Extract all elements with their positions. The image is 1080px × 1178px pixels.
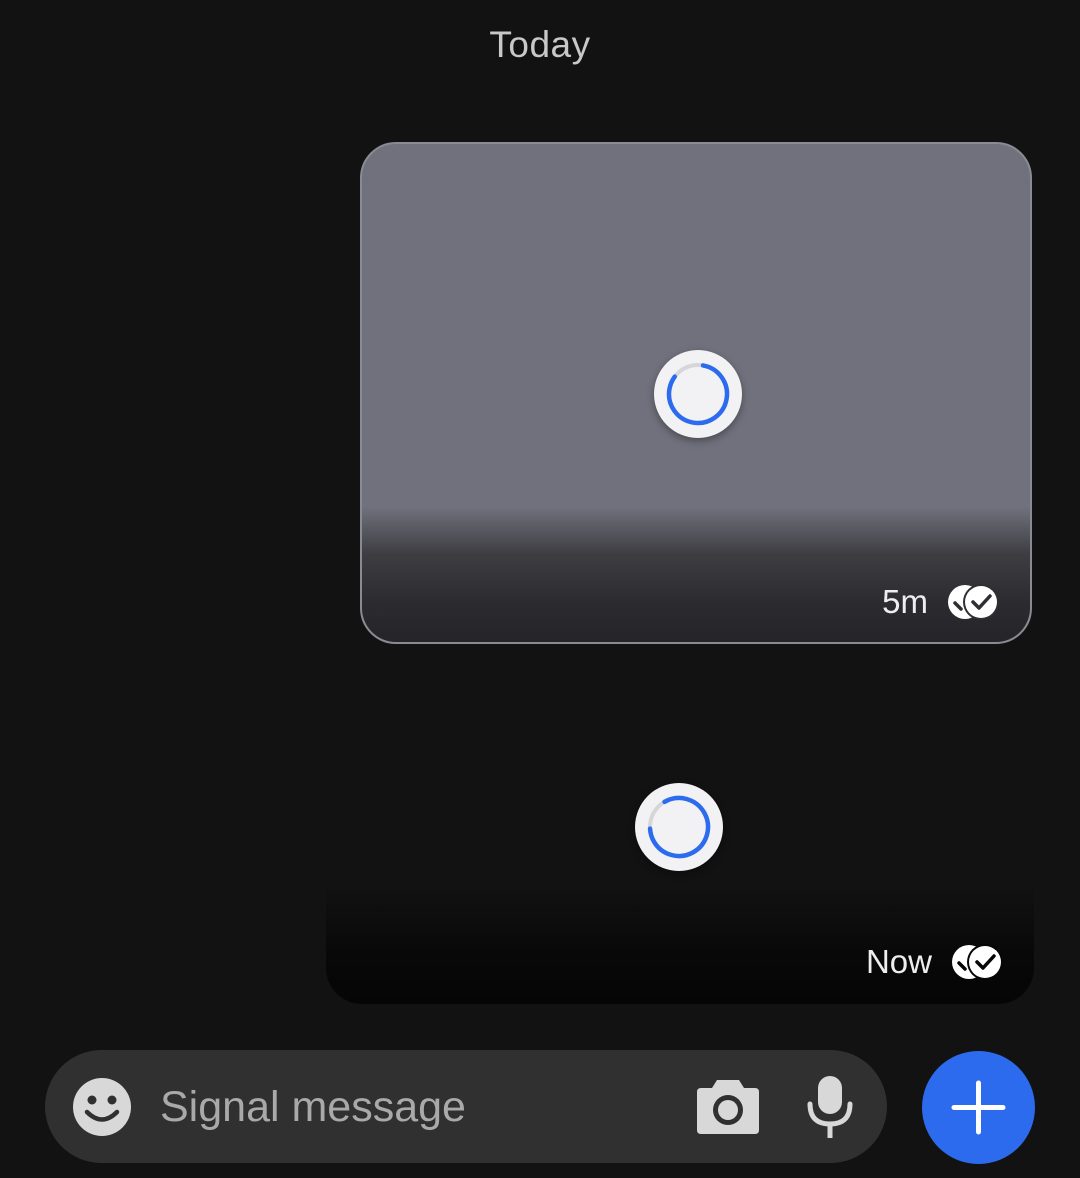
loading-spinner-icon (654, 350, 742, 438)
plus-icon (951, 1080, 1006, 1135)
emoji-icon[interactable] (72, 1077, 132, 1137)
message-meta: Now (866, 942, 1004, 982)
delivered-double-check-icon (950, 942, 1004, 982)
message-timestamp: 5m (882, 583, 928, 620)
attach-button[interactable] (922, 1051, 1035, 1164)
date-divider: Today (489, 24, 591, 65)
message-input[interactable]: Signal message (160, 1082, 466, 1132)
loading-spinner-icon (635, 783, 723, 871)
microphone-icon[interactable] (805, 1074, 855, 1140)
delivered-double-check-icon (946, 582, 1000, 622)
message-composer[interactable]: Signal message (45, 1050, 887, 1163)
outgoing-media-message[interactable]: Now (326, 652, 1034, 1004)
camera-icon[interactable] (695, 1076, 761, 1136)
message-timestamp: Now (865, 943, 932, 980)
outgoing-media-message[interactable]: 5m (360, 142, 1032, 644)
conversation-screen: Today 5m Now Signal message (0, 0, 1080, 1178)
message-meta: 5m (882, 582, 1000, 622)
